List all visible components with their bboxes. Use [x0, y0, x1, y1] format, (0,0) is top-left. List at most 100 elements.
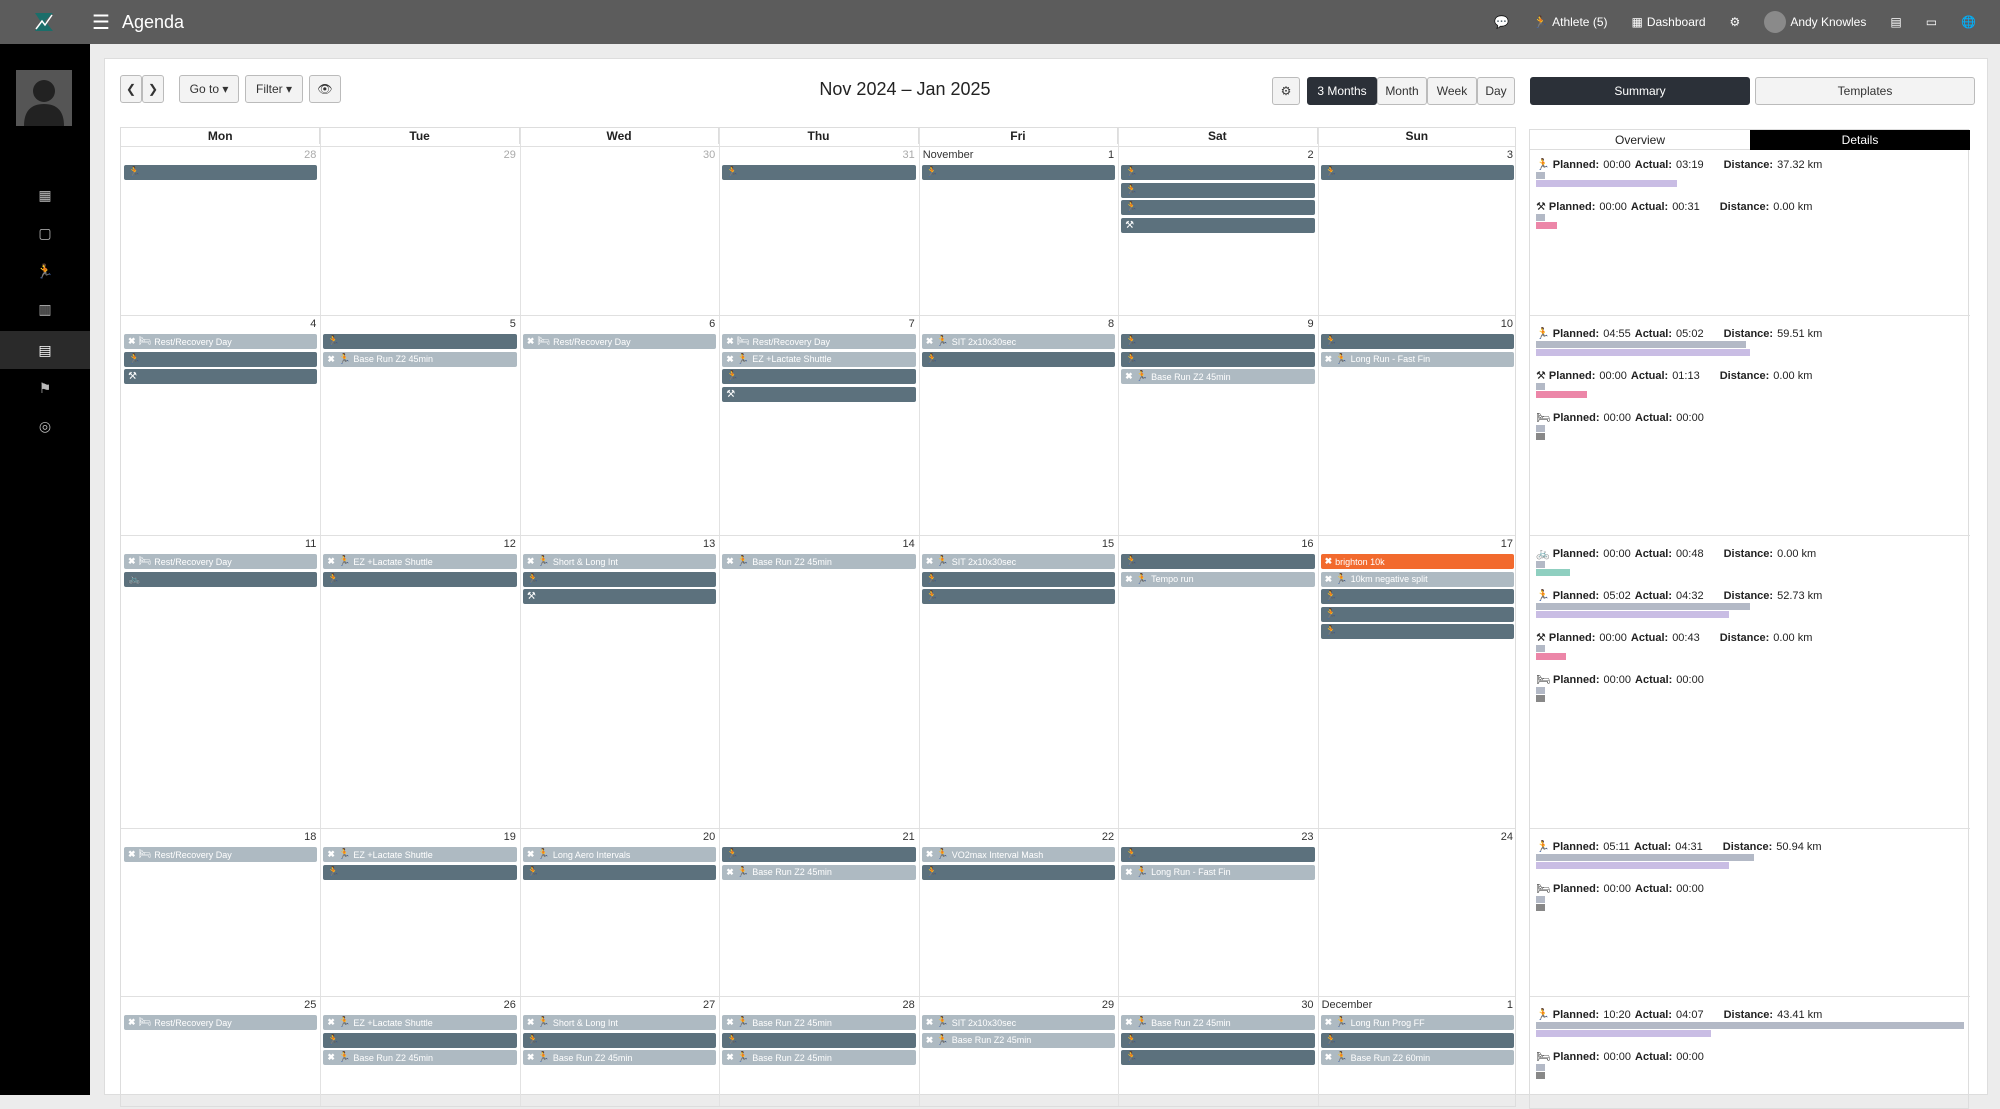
close-icon[interactable]: ✖ [726, 867, 734, 878]
app-logo[interactable] [22, 0, 66, 44]
close-icon[interactable]: ✖ [527, 556, 535, 567]
calendar-event[interactable]: ✖ 🏃 Base Run Z2 45min [722, 864, 916, 880]
day-number[interactable]: 25 [121, 999, 316, 1013]
calendar-event[interactable]: ✖ 🏃 VO2max Interval Mash [921, 847, 1116, 862]
calendar-event[interactable]: ⚒ [1121, 217, 1315, 233]
calendar-event[interactable]: ✖ 🏃 Short & Long Int [522, 1015, 717, 1030]
calendar-event[interactable]: ✖ 🏃 SIT 2x10x30sec [921, 1015, 1116, 1030]
day-number[interactable]: 15 [919, 538, 1114, 552]
filter-dropdown[interactable]: Filter ▾ [245, 75, 303, 103]
close-icon[interactable]: ✖ [926, 556, 934, 567]
calendar-icon[interactable]: ▤ [1890, 15, 1901, 29]
close-icon[interactable]: ✖ [128, 336, 136, 347]
calendar-event[interactable]: 🏃 [522, 1032, 717, 1048]
calendar-event[interactable]: 🏃 [323, 571, 517, 587]
calendar-event[interactable]: 🏃 [722, 165, 916, 180]
athlete-menu[interactable]: 🏃 Athlete (5) [1533, 15, 1607, 29]
view-3-months-button[interactable]: 3 Months [1307, 77, 1377, 105]
calendar-event[interactable]: 🏃 [522, 571, 717, 587]
calendar-event[interactable]: ✖ 🏃 EZ +Lactate Shuttle [323, 1015, 517, 1030]
user-menu[interactable]: Andy Knowles [1764, 11, 1866, 33]
close-icon[interactable]: ✖ [527, 1017, 535, 1028]
calendar-event[interactable]: ✖ 🏃 Long Run - Fast Fin [1121, 864, 1315, 880]
calendar-event[interactable]: ✖ 🏃 EZ +Lactate Shuttle [722, 351, 916, 367]
close-icon[interactable]: ✖ [1125, 1017, 1133, 1028]
day-number[interactable]: 23 [1118, 831, 1313, 845]
calendar-event[interactable]: 🏃 [1121, 351, 1315, 367]
calendar-event[interactable]: ✖ 🏃 SIT 2x10x30sec [921, 334, 1116, 349]
calendar-event[interactable]: 🏃 [1121, 1050, 1315, 1065]
close-icon[interactable]: ✖ [926, 1035, 934, 1046]
close-icon[interactable]: ✖ [128, 1017, 136, 1028]
close-icon[interactable]: ✖ [1325, 574, 1333, 585]
calendar-event[interactable]: ✖ 🏃 Base Run Z2 45min [323, 1050, 517, 1065]
day-number[interactable]: 21 [719, 831, 914, 845]
calendar-event[interactable]: ✖ 🛏 Rest/Recovery Day [522, 334, 717, 349]
day-number[interactable]: 20 [520, 831, 715, 845]
calendar-event[interactable]: ✖ 🏃 Base Run Z2 45min [1121, 369, 1315, 384]
calendar-event[interactable]: 🏃 [124, 351, 318, 367]
view-month-button[interactable]: Month [1377, 77, 1427, 105]
day-number[interactable]: 11 [121, 538, 316, 552]
day-number[interactable]: 30 [1118, 999, 1313, 1013]
calendar-event[interactable]: ✖ 🏃 Base Run Z2 45min [722, 1015, 916, 1030]
calendar-event[interactable]: ✖ 🏃 Base Run Z2 45min [722, 554, 916, 569]
calendar-event[interactable]: 🏃 [921, 589, 1116, 604]
sidebar-flag-icon[interactable]: ⚑ [0, 369, 90, 407]
calendar-event[interactable]: ✖ 🛏 Rest/Recovery Day [722, 334, 916, 349]
view-day-button[interactable]: Day [1477, 77, 1515, 105]
close-icon[interactable]: ✖ [1125, 867, 1133, 878]
calendar-event[interactable]: 🏃 [124, 165, 318, 180]
day-number[interactable]: 19 [320, 831, 516, 845]
calendar-event[interactable]: ✖ 🏃 Long Run Prog FF [1320, 1015, 1514, 1030]
day-number[interactable]: 27 [520, 999, 715, 1013]
goto-dropdown[interactable]: Go to ▾ [179, 75, 239, 103]
calendar-event[interactable]: ✖ 🏃 Short & Long Int [522, 554, 717, 569]
calendar-event[interactable]: 🏃 [323, 1032, 517, 1048]
close-icon[interactable]: ✖ [1325, 556, 1333, 567]
close-icon[interactable]: ✖ [726, 1052, 734, 1063]
day-number[interactable]: 22 [919, 831, 1114, 845]
close-icon[interactable]: ✖ [726, 1017, 734, 1028]
calendar-event[interactable]: 🏃 [1121, 554, 1315, 569]
calendar-event[interactable]: ✖ 🛏 Rest/Recovery Day [124, 1015, 318, 1030]
calendar-event[interactable]: 🏃 [1320, 334, 1514, 349]
calendar-event[interactable]: ✖ 🏃 EZ +Lactate Shuttle [323, 554, 517, 569]
calendar-event[interactable]: 🚲 [124, 571, 318, 587]
close-icon[interactable]: ✖ [128, 556, 136, 567]
calendar-event[interactable]: ✖ 🏃 10km negative split [1320, 571, 1514, 587]
day-number[interactable]: 18 [121, 831, 316, 845]
close-icon[interactable]: ✖ [527, 849, 535, 860]
calendar-settings-icon[interactable]: ⚙ [1272, 77, 1300, 105]
card-icon[interactable]: ▭ [1926, 15, 1937, 29]
calendar-event[interactable]: ✖ 🏃 Base Run Z2 45min [722, 1050, 916, 1065]
calendar-event[interactable]: 🏃 [722, 1032, 916, 1048]
close-icon[interactable]: ✖ [1325, 354, 1333, 365]
calendar-event[interactable]: 🏃 [522, 864, 717, 880]
day-number[interactable]: 9 [1118, 318, 1313, 332]
calendar-event[interactable]: 🏃 [1320, 624, 1514, 639]
sidebar-messages-icon[interactable]: ▢ [0, 214, 90, 252]
calendar-event[interactable]: 🏃 [1121, 200, 1315, 215]
next-button[interactable]: ❯ [142, 75, 164, 103]
close-icon[interactable]: ✖ [1125, 574, 1133, 585]
day-number[interactable]: 10 [1318, 318, 1513, 332]
day-number[interactable]: 30 [520, 149, 715, 163]
summary-button[interactable]: Summary [1530, 77, 1750, 105]
close-icon[interactable]: ✖ [926, 336, 934, 347]
calendar-event[interactable]: ✖ 🏃 Base Run Z2 45min [522, 1050, 717, 1065]
close-icon[interactable]: ✖ [128, 849, 136, 860]
day-number[interactable]: 31 [719, 149, 914, 163]
calendar-event[interactable]: 🏃 [722, 847, 916, 862]
calendar-event[interactable]: ✖ 🏃 Tempo run [1121, 571, 1315, 587]
calendar-event[interactable]: ✖ 🛏 Rest/Recovery Day [124, 334, 318, 349]
calendar-event[interactable]: ✖ 🏃 SIT 2x10x30sec [921, 554, 1116, 569]
close-icon[interactable]: ✖ [1325, 1052, 1333, 1063]
day-number[interactable]: 24 [1318, 831, 1513, 845]
calendar-event[interactable]: ✖ 🏃 Long Run - Fast Fin [1320, 351, 1514, 367]
close-icon[interactable]: ✖ [327, 1017, 335, 1028]
view-week-button[interactable]: Week [1427, 77, 1477, 105]
day-number[interactable]: 13 [520, 538, 715, 552]
calendar-event[interactable]: ⚒ [522, 589, 717, 604]
day-number[interactable]: 4 [121, 318, 316, 332]
